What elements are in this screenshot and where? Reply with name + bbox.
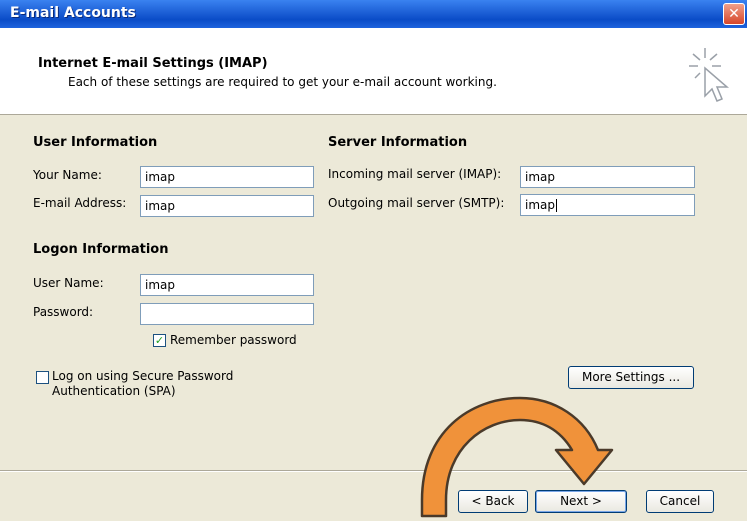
logon-info-heading: Logon Information	[33, 242, 169, 257]
window-title: E-mail Accounts	[10, 5, 136, 21]
cancel-button[interactable]: Cancel	[646, 490, 714, 513]
page-title: Internet E-mail Settings (IMAP)	[38, 56, 268, 71]
curved-arrow-annotation	[420, 396, 614, 518]
user-name-label: User Name:	[33, 276, 104, 290]
spa-checkbox[interactable]	[36, 371, 49, 384]
outgoing-server-input[interactable]: imap	[520, 194, 695, 216]
outgoing-server-value: imap	[525, 198, 555, 212]
remember-password-label: Remember password	[170, 333, 297, 347]
user-info-heading: User Information	[33, 135, 158, 150]
page-subtitle: Each of these settings are required to g…	[68, 75, 497, 89]
incoming-server-label: Incoming mail server (IMAP):	[328, 167, 502, 181]
dialog-header: Internet E-mail Settings (IMAP) Each of …	[0, 28, 747, 115]
cursor-sparkle-icon	[689, 48, 730, 102]
outgoing-server-label: Outgoing mail server (SMTP):	[328, 196, 505, 210]
close-button[interactable]: ✕	[723, 3, 745, 25]
your-name-label: Your Name:	[33, 168, 102, 182]
your-name-input[interactable]: imap	[140, 166, 314, 188]
password-label: Password:	[33, 305, 94, 319]
spa-label-line2: Authentication (SPA)	[52, 384, 176, 398]
text-caret	[556, 199, 557, 212]
password-input[interactable]	[140, 303, 314, 325]
email-address-label: E-mail Address:	[33, 196, 127, 210]
server-info-heading: Server Information	[328, 135, 468, 150]
close-icon: ✕	[728, 6, 740, 22]
button-separator	[0, 470, 747, 472]
spa-label-line1: Log on using Secure Password	[52, 369, 234, 383]
title-bar[interactable]: E-mail Accounts ✕	[0, 0, 747, 28]
more-settings-button[interactable]: More Settings ...	[568, 366, 694, 389]
incoming-server-input[interactable]: imap	[520, 166, 695, 188]
email-accounts-dialog: E-mail Accounts ✕ Internet E-mail Settin…	[0, 0, 747, 521]
email-address-input[interactable]: imap	[140, 195, 314, 217]
remember-password-checkbox[interactable]: ✓	[153, 334, 166, 347]
user-name-input[interactable]: imap	[140, 274, 314, 296]
